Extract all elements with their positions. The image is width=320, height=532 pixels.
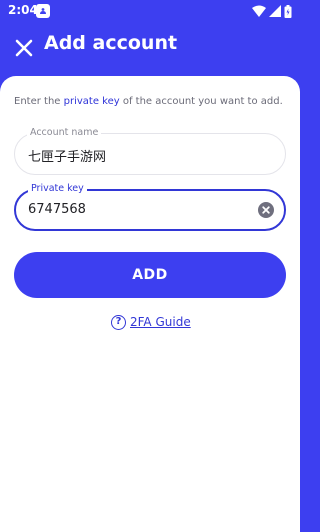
help-circle-icon: ?: [111, 314, 126, 330]
signal-icon: [269, 5, 281, 17]
close-icon[interactable]: [12, 36, 36, 60]
account-name-input[interactable]: 七匣子手游网: [28, 146, 106, 165]
intro-highlight: private key: [63, 96, 120, 107]
guide-label[interactable]: 2FA Guide: [130, 315, 191, 329]
system-icons: [252, 4, 292, 18]
add-button[interactable]: ADD: [14, 252, 286, 298]
guide-link[interactable]: ? 2FA Guide: [111, 313, 191, 331]
status-time: 2:04: [8, 3, 38, 17]
clear-icon[interactable]: [258, 202, 274, 218]
form-sheet: Enter the private key of the account you…: [0, 76, 300, 532]
add-button-label: ADD: [132, 267, 168, 283]
account-name-label: Account name: [27, 126, 102, 140]
notification-icon: [36, 4, 50, 18]
account-name-field[interactable]: Account name 七匣子手游网: [14, 126, 286, 175]
intro-text: Enter the private key of the account you…: [14, 96, 290, 107]
intro-suffix: of the account you want to add.: [119, 96, 283, 107]
battery-icon: [284, 4, 292, 18]
app-bar: Add account: [0, 22, 300, 76]
private-key-field[interactable]: Private key 6747568: [14, 182, 286, 231]
page-title: Add account: [44, 32, 178, 54]
status-bar: 2:04: [0, 0, 300, 22]
private-key-input[interactable]: 6747568: [28, 202, 86, 217]
wifi-icon: [252, 5, 266, 17]
intro-prefix: Enter the: [14, 96, 64, 107]
private-key-label: Private key: [28, 182, 87, 196]
